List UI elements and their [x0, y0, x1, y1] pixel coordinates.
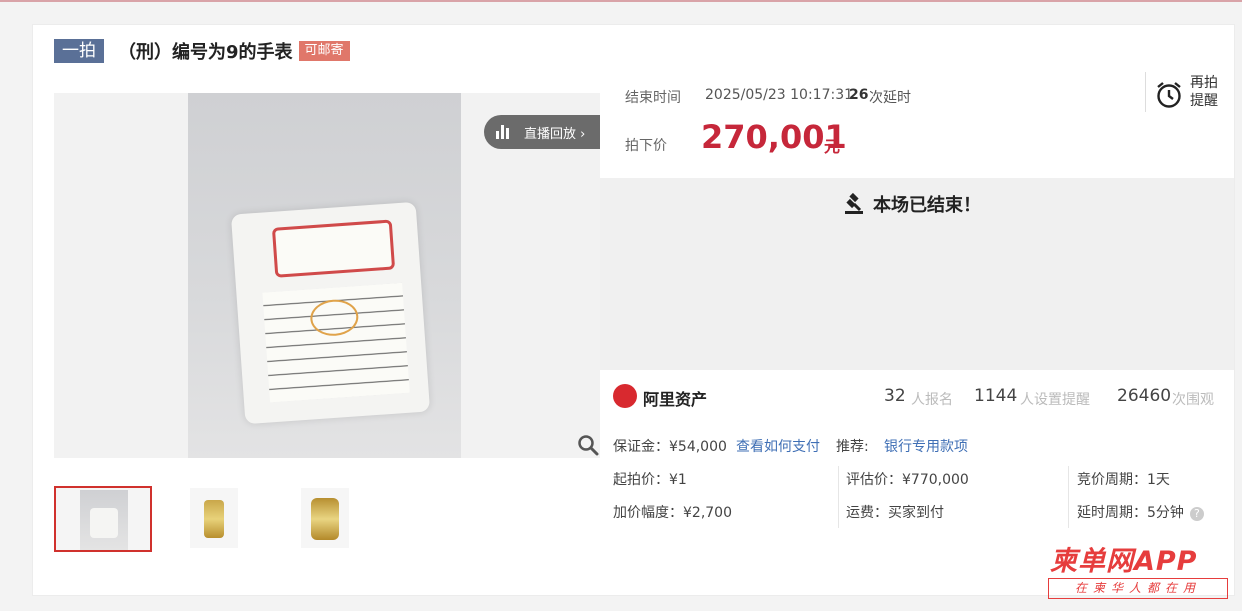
remind-count-label: 人设置提醒: [1020, 392, 1090, 408]
end-time-value: 2025/05/23 10:17:31: [705, 87, 854, 103]
recommend-label: 推荐:: [836, 439, 869, 455]
watermark-slogan: 在柬华人都在用: [1048, 578, 1228, 599]
live-replay-button[interactable]: 直播回放 ›: [484, 115, 600, 149]
signup-label: 人报名: [911, 392, 953, 408]
watermark-brand: 柬单网APP: [1050, 546, 1198, 577]
remind-button[interactable]: 再拍 提醒: [1145, 72, 1223, 112]
item-photo[interactable]: [188, 93, 461, 458]
view-label: 次围观: [1172, 392, 1214, 408]
auction-round-tag: 一拍: [54, 39, 104, 63]
thumbnail-3[interactable]: [277, 486, 375, 552]
thumbnail-2[interactable]: [166, 486, 264, 552]
zoom-magnifier-icon[interactable]: [577, 434, 599, 456]
thumbnail-1[interactable]: [54, 486, 152, 552]
bag-label-image: [271, 219, 396, 278]
alarm-clock-icon: [1157, 82, 1181, 108]
remind-label: 再拍 提醒: [1190, 75, 1218, 109]
deposit-info: 保证金：¥54,000: [613, 439, 727, 455]
item-title: （刑）编号为9的手表: [118, 42, 293, 63]
item-header: 一拍 （刑）编号为9的手表 可邮寄: [54, 38, 350, 64]
help-icon[interactable]: ?: [1189, 507, 1204, 521]
auction-stats-bar: 阿里资产 32 人报名 1144 人设置提醒 26460 次围观: [600, 372, 1234, 424]
delay-cycle-info: 延时周期：5分钟?: [1077, 502, 1204, 522]
column-divider: [1068, 466, 1069, 528]
end-time-label: 结束时间: [625, 90, 681, 106]
top-accent-line: [0, 0, 1242, 2]
gavel-icon: [845, 193, 863, 214]
signup-count: 32: [884, 386, 906, 406]
chart-bars-icon: [496, 125, 512, 139]
bid-cycle-info: 竞价周期：1天: [1077, 472, 1170, 488]
how-to-pay-link[interactable]: 查看如何支付: [736, 436, 820, 456]
delay-count: 26: [849, 87, 869, 103]
ali-assets-logo: [613, 384, 637, 408]
thumbnail-watch-image: [190, 488, 238, 548]
thumbnail-watch-image: [301, 488, 349, 548]
shipping-info: 运费：买家到付: [846, 505, 944, 521]
final-price-label: 拍下价: [625, 138, 667, 154]
evidence-bag-image: [230, 201, 431, 425]
watermark-logo: 柬单网APP 在柬华人都在用: [1046, 539, 1228, 603]
delay-label: 次延时: [869, 90, 911, 106]
auction-ended-panel: 本场已结束！: [600, 178, 1234, 370]
start-price-info: 起拍价：¥1: [613, 472, 687, 488]
increment-info: 加价幅度：¥2,700: [613, 505, 732, 521]
live-replay-label: 直播回放 ›: [524, 126, 586, 142]
thumbnail-bag-image: [80, 490, 128, 550]
price-unit: 元: [824, 137, 841, 156]
auction-ended-message: 本场已结束！: [843, 191, 981, 217]
auction-result-panel: 结束时间 2025/05/23 10:17:31 26 次延时 拍下价 270,…: [600, 70, 1234, 178]
remind-count: 1144: [974, 386, 1018, 406]
mailable-tag: 可邮寄: [298, 41, 350, 61]
column-divider: [838, 466, 839, 528]
appraisal-info: 评估价：¥770,000: [846, 472, 969, 488]
view-count: 26460: [1117, 386, 1172, 406]
bank-funds-link[interactable]: 银行专用款项: [884, 436, 968, 456]
platform-name: 阿里资产: [643, 390, 708, 409]
